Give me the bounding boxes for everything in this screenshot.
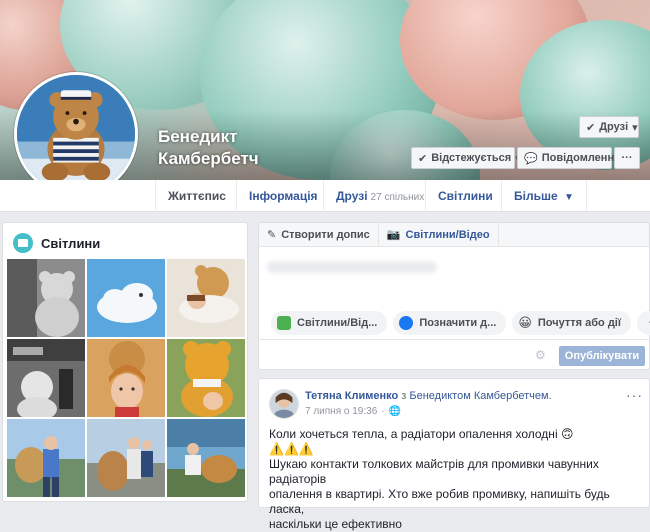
tab-more[interactable]: Більше ▼ xyxy=(501,180,587,212)
friends-button-label: Друзі xyxy=(599,121,629,133)
profile-name-line1: Бенедикт xyxy=(158,127,238,146)
post-meta: 7 липня о 19:36 · 🌐 xyxy=(305,406,401,417)
add-photo-video-label: Світлини/Від... xyxy=(297,317,378,329)
composer-tabs: ✎ Створити допис 📷 Світлини/Відео xyxy=(259,222,649,247)
photos-icon xyxy=(13,233,33,253)
tab-friends-label: Друзі xyxy=(336,189,368,203)
post-menu-label: ··· xyxy=(626,387,643,403)
friends-button[interactable]: ✔ Друзі ▾ xyxy=(579,116,639,138)
photo-video-tab-label: Світлини/Відео xyxy=(405,228,490,241)
composer-actions: Світлини/Від... Позначити д... 😀 Почуття… xyxy=(271,311,650,335)
profile-name[interactable]: Бенедикт Камбербетч xyxy=(158,126,358,170)
camera-icon: 📷 xyxy=(386,229,401,241)
photo-thumbnail[interactable] xyxy=(87,339,165,417)
post-tagged-person[interactable]: Бенедиктом Камбербетчем. xyxy=(409,390,551,402)
message-button[interactable]: 💬 Повідомлення xyxy=(517,147,621,169)
photo-grid xyxy=(7,259,245,497)
post-text-line: ⚠️⚠️⚠️ xyxy=(269,442,314,456)
post-header: Тетяна Клименко з Бенедиктом Камбербетче… xyxy=(305,390,552,402)
pencil-icon: ✎ xyxy=(267,229,277,241)
post-text-line: Шукаю контакти толкових майстрів для про… xyxy=(269,457,599,486)
feeling-activity-label: Почуття або дії xyxy=(537,317,621,329)
more-options-button[interactable]: ··· xyxy=(614,147,640,169)
photo-thumbnail[interactable] xyxy=(167,259,245,337)
photos-card-header[interactable]: Світлини xyxy=(13,233,100,253)
feed-post: Тетяна Клименко з Бенедиктом Камбербетче… xyxy=(258,378,650,531)
post-connector-text: з xyxy=(401,390,407,402)
feeling-activity-button[interactable]: 😀 Почуття або дії xyxy=(512,311,631,335)
tag-friends-button[interactable]: Позначити д... xyxy=(393,311,507,335)
tag-friends-label: Позначити д... xyxy=(419,317,497,329)
smiley-icon: 😀 xyxy=(518,315,532,330)
photo-thumbnail[interactable] xyxy=(7,419,85,497)
mutual-friends-count: 27 спільних xyxy=(370,192,425,203)
caret-down-icon: ▼ xyxy=(563,192,574,203)
tab-about[interactable]: Інформація xyxy=(236,180,330,212)
photo-thumbnail[interactable] xyxy=(167,419,245,497)
photo-thumbnail[interactable] xyxy=(167,339,245,417)
post-menu-button[interactable]: ··· xyxy=(626,387,643,403)
tab-about-label: Інформація xyxy=(249,189,318,203)
post-text-line: Коли хочеться тепла, а радіатори опаленн… xyxy=(269,427,574,441)
publish-button[interactable]: Опублікувати xyxy=(559,346,645,366)
more-composer-actions-button[interactable]: ··· xyxy=(636,311,650,335)
following-button[interactable]: ✔ Відстежується ▾ xyxy=(411,147,521,169)
photo-thumbnail[interactable] xyxy=(87,259,165,337)
photo-video-tab[interactable]: 📷 Світлини/Відео xyxy=(379,222,499,247)
composer-footer: ⚙ Опублікувати xyxy=(259,339,649,371)
post-composer: ✎ Створити допис 📷 Світлини/Відео Світли… xyxy=(258,222,650,370)
tab-photos-label: Світлини xyxy=(438,189,493,203)
photo-thumbnail[interactable] xyxy=(7,339,85,417)
profile-avatar[interactable] xyxy=(14,72,138,196)
profile-nav: Життєпис Інформація Друзі 27 спільних Сві… xyxy=(0,180,650,212)
tab-photos[interactable]: Світлини xyxy=(425,180,505,212)
profile-name-line2: Камбербетч xyxy=(158,149,259,168)
checkmark-icon: ✔ xyxy=(586,121,596,134)
tab-friends[interactable]: Друзі 27 спільних xyxy=(323,180,436,212)
composer-placeholder xyxy=(267,261,437,273)
post-author-name[interactable]: Тетяна Клименко xyxy=(305,390,398,402)
tab-timeline-label: Життєпис xyxy=(168,189,226,203)
privacy-globe-icon[interactable]: 🌐 xyxy=(389,406,401,417)
message-button-label: Повідомлення xyxy=(541,152,621,164)
post-timestamp[interactable]: 7 липня о 19:36 xyxy=(305,406,377,417)
photos-card-title: Світлини xyxy=(41,235,101,251)
post-text-line: наскільки це ефективно xyxy=(269,517,402,531)
add-photo-video-button[interactable]: Світлини/Від... xyxy=(271,311,388,335)
create-post-label: Створити допис xyxy=(281,228,370,241)
tab-more-label: Більше xyxy=(514,189,558,203)
photo-icon xyxy=(277,316,291,330)
more-options-label: ··· xyxy=(621,152,633,164)
meta-separator: · xyxy=(381,406,385,417)
create-post-tab[interactable]: ✎ Створити допис xyxy=(259,222,379,247)
following-button-label: Відстежується xyxy=(431,152,512,164)
caret-down-icon: ▾ xyxy=(632,121,638,134)
post-author-avatar[interactable] xyxy=(269,389,299,419)
post-body: Коли хочеться тепла, а радіатори опаленн… xyxy=(269,427,645,532)
photo-thumbnail[interactable] xyxy=(7,259,85,337)
photos-card: Світлини xyxy=(2,222,248,502)
photo-thumbnail[interactable] xyxy=(87,419,165,497)
publish-button-label: Опублікувати xyxy=(564,350,640,362)
tag-people-icon xyxy=(399,316,414,330)
tab-timeline[interactable]: Життєпис xyxy=(155,180,238,212)
messenger-icon: 💬 xyxy=(524,152,538,165)
composer-input[interactable] xyxy=(267,255,641,303)
post-text-line: опалення в квартирі. Хто вже робив проми… xyxy=(269,487,610,516)
settings-gear-icon[interactable]: ⚙ xyxy=(535,348,546,362)
checkmark-icon: ✔ xyxy=(418,152,428,165)
